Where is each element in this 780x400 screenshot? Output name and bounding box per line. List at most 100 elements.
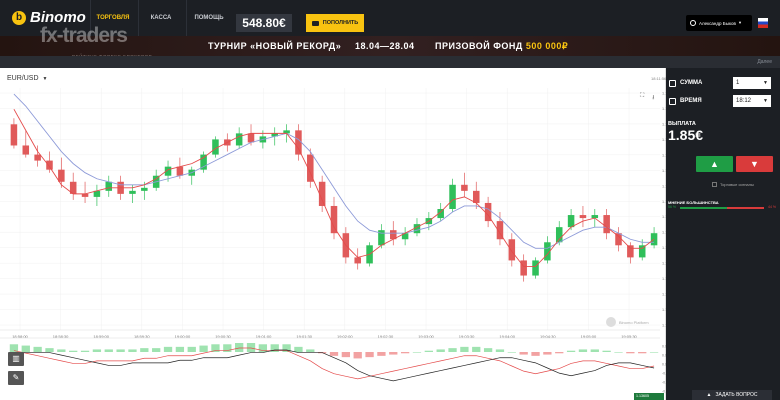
macd-histogram-bar — [116, 349, 125, 352]
chevron-down-icon: ▼ — [763, 98, 768, 104]
candle-body — [472, 190, 480, 203]
candle-body — [295, 130, 302, 155]
majority-down: 44 % — [768, 205, 776, 209]
checkbox-icon — [712, 182, 717, 187]
macd-histogram-bar — [152, 348, 161, 352]
macd-histogram-bar — [92, 349, 102, 352]
fullscreen-icon[interactable]: ⛶ — [640, 93, 644, 103]
candle-body — [627, 245, 634, 258]
candle-body — [141, 187, 148, 191]
platform-watermark: Binomo Platform — [606, 317, 649, 327]
macd-histogram-bar — [507, 352, 516, 353]
platform-logo-icon — [606, 317, 616, 327]
macd-histogram-bar — [199, 345, 208, 352]
macd-histogram-bar — [519, 352, 528, 355]
platform-watermark-text: Binomo Platform — [619, 319, 649, 325]
macd-histogram-bar — [448, 348, 457, 352]
signals-label: Торговые сигналы — [720, 182, 754, 187]
macd-histogram-bar — [602, 350, 611, 352]
candle-body — [354, 257, 361, 264]
chart-type-button[interactable]: ▥ — [8, 352, 24, 366]
macd-histogram-bar — [424, 350, 433, 352]
macd-histogram-bar — [246, 343, 256, 352]
macd-histogram-bar — [614, 352, 623, 353]
candle-body — [603, 215, 610, 234]
macd-histogram-bar — [175, 346, 185, 352]
macd-histogram-bar — [578, 349, 588, 352]
candle-body — [129, 190, 136, 194]
candle-body — [461, 184, 468, 191]
ask-question-label: ЗАДАТЬ ВОПРОС — [715, 392, 758, 398]
trend-up-icon: ▲ — [710, 159, 719, 169]
macd-histogram-bar — [33, 346, 42, 352]
time-value: 18:12 — [736, 98, 752, 104]
macd-histogram-bar — [590, 349, 599, 352]
candle-body — [330, 205, 338, 234]
majority-meter: 56 % 44 % — [668, 205, 776, 211]
trade-up-button[interactable]: ▲ — [696, 156, 733, 172]
amount-row: СУММА — [669, 77, 702, 89]
macd-histogram-bar — [483, 348, 493, 352]
time-row: ВРЕМЯ — [669, 95, 702, 107]
macd-histogram-bar — [140, 348, 149, 352]
candle-body — [532, 260, 539, 276]
amount-label: СУММА — [680, 80, 703, 86]
calendar-icon — [669, 97, 676, 105]
pencil-icon: ✎ — [12, 373, 20, 382]
candle-body — [22, 145, 30, 155]
macd-histogram-bar — [638, 352, 647, 354]
macd-histogram-bar — [128, 349, 137, 352]
ask-question-button[interactable]: ▲ ЗАДАТЬ ВОПРОС — [692, 390, 772, 400]
macd-histogram-bar — [163, 346, 173, 352]
chart-controls: ⛶ ⭳ — [640, 93, 654, 103]
candle-body — [449, 184, 456, 209]
macd-histogram-bar — [649, 352, 659, 353]
macd-histogram-bar — [306, 349, 315, 352]
chevron-up-icon: ▲ — [706, 392, 712, 398]
macd-histogram-bar — [626, 352, 635, 354]
candle-body — [508, 239, 516, 261]
candle-body — [555, 227, 563, 243]
macd-histogram-bar — [353, 352, 362, 359]
macd-histogram-bar — [80, 350, 90, 352]
candle-body — [579, 215, 587, 219]
amount-value: 1 — [736, 80, 740, 86]
candle-body — [567, 215, 575, 228]
macd-histogram-bar — [377, 352, 386, 356]
macd-histogram-bar — [460, 346, 469, 352]
candle-body — [235, 133, 243, 146]
download-icon[interactable]: ⭳ — [652, 93, 654, 103]
asset-selector[interactable]: EUR/USD ▼ — [7, 75, 47, 82]
macd-histogram-bar — [543, 352, 552, 355]
time-select[interactable]: 18:12 ▼ — [733, 95, 771, 107]
macd-histogram-bar — [235, 343, 244, 352]
caret-down-icon: ▼ — [42, 75, 48, 82]
macd-histogram-bar — [472, 346, 481, 352]
macd-histogram-bar — [566, 350, 576, 352]
macd-histogram-bar — [495, 349, 505, 352]
candle-body — [34, 154, 41, 161]
candle-body — [58, 169, 65, 182]
majority-up: 56 % — [668, 205, 676, 209]
candle-body — [520, 260, 527, 276]
macd-histogram-bar — [294, 346, 303, 352]
candle-body — [81, 193, 89, 197]
macd-histogram-bar — [341, 352, 351, 358]
candle-body — [46, 160, 53, 170]
macd-histogram-bar — [57, 349, 66, 352]
signals-toggle[interactable]: Торговые сигналы — [712, 182, 754, 187]
candles-icon: ▥ — [12, 354, 20, 363]
coins-icon — [669, 79, 676, 87]
macd-histogram-bar — [104, 349, 113, 352]
macd-histogram-bar — [45, 348, 54, 352]
asset-name: EUR/USD — [7, 75, 39, 82]
macd-histogram-bar — [389, 352, 398, 355]
candle-body — [10, 124, 18, 146]
amount-select[interactable]: 1 ▼ — [733, 77, 771, 89]
trade-down-button[interactable]: ▼ — [736, 156, 773, 172]
drawing-tools-button[interactable]: ✎ — [8, 371, 24, 385]
trade-panel — [666, 68, 780, 400]
current-price-badge: 1.13605 — [634, 393, 664, 400]
majority-bar-fill — [680, 207, 728, 209]
majority-bar — [680, 207, 764, 209]
